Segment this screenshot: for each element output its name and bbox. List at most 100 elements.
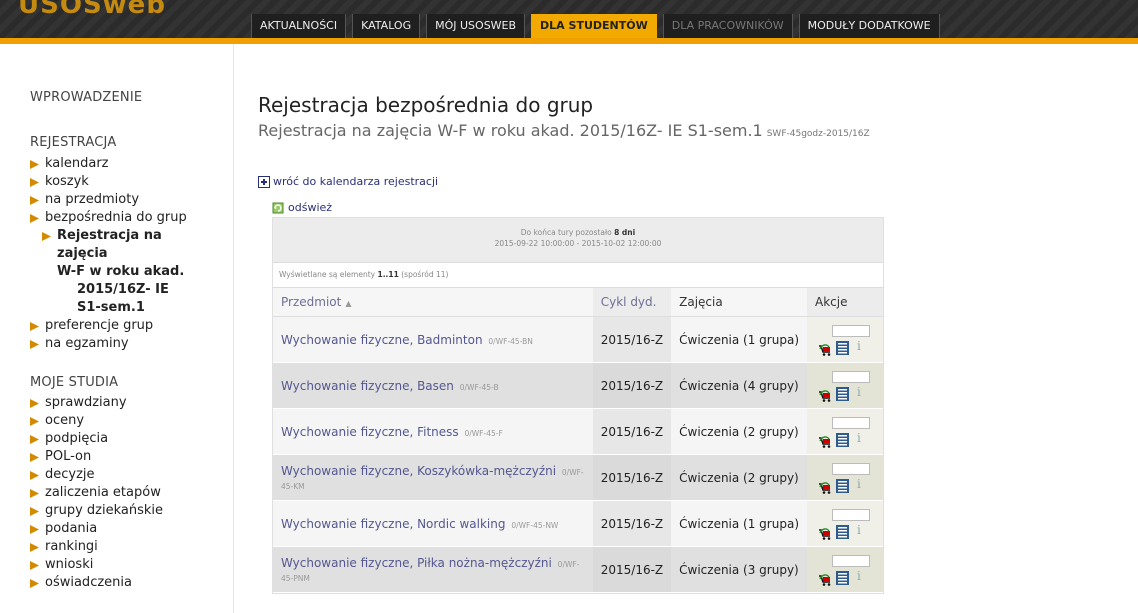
classes-cell: Ćwiczenia (1 grupa)	[671, 500, 807, 547]
sidebar-item-rankingi[interactable]: rankingi	[30, 538, 163, 556]
tab-dla-studentow[interactable]: DLA STUDENTÓW	[531, 14, 657, 38]
sidebar: WPROWADZENIE REJESTRACJA kalendarz koszy…	[0, 44, 234, 613]
arrow-icon	[30, 399, 39, 408]
sidebar-item-sprawdziany[interactable]: sprawdziany	[30, 394, 163, 412]
subject-link[interactable]: Wychowanie fizyczne, Piłka nożna-mężczyź…	[281, 556, 579, 584]
classes-cell: Ćwiczenia (1 grupa)	[671, 316, 807, 363]
cart-icon[interactable]	[818, 343, 832, 357]
group-select-box[interactable]	[832, 324, 870, 337]
tab-moj-usosweb[interactable]: MÓJ USOSWEB	[426, 14, 526, 38]
subject-link[interactable]: Wychowanie fizyczne, Koszykówka-mężczyźn…	[281, 464, 584, 492]
logo[interactable]: USOSweb	[0, 0, 235, 38]
classes-cell: Ćwiczenia (3 grupy)	[671, 546, 807, 593]
sidebar-item-preferencje[interactable]: preferencje grup	[30, 317, 197, 335]
subject-cell: Wychowanie fizyczne, Nordic walking 0/WF…	[273, 500, 593, 547]
cycle-cell: 2015/16-Z	[592, 408, 672, 455]
sidebar-item-koszyk[interactable]: koszyk	[30, 173, 197, 191]
cycle-cell: 2015/16-Z	[592, 362, 672, 409]
cart-icon[interactable]	[818, 435, 832, 449]
page-title: Rejestracja bezpośrednia do grup	[258, 93, 594, 117]
column-header-classes: Zajęcia	[671, 288, 807, 317]
subject-link[interactable]: Wychowanie fizyczne, Nordic walking 0/WF…	[281, 517, 558, 531]
info-icon[interactable]: i	[857, 523, 861, 537]
tab-katalog[interactable]: KATALOG	[352, 14, 421, 38]
arrow-icon	[30, 453, 39, 462]
actions-cell: i	[807, 408, 883, 455]
current-registration-line: 2015/16Z- IE	[77, 282, 169, 297]
info-icon[interactable]: i	[857, 477, 861, 491]
table-row: Wychowanie fizyczne, Basen 0/WF-45-B 2015…	[273, 362, 883, 409]
sidebar-item-bezposrednia[interactable]: bezpośrednia do grup	[30, 209, 197, 227]
arrow-icon	[30, 178, 39, 187]
subject-code: 0/WF-45-NW	[511, 520, 559, 530]
arrow-icon	[30, 507, 39, 516]
tab-moduly-dodatkowe[interactable]: MODUŁY DODATKOWE	[798, 14, 940, 38]
subject-link[interactable]: Wychowanie fizyczne, Basen 0/WF-45-B	[281, 379, 499, 393]
table-header-row: Przedmiot ▲ Cykl dyd. Zajęcia Akcje	[273, 288, 883, 317]
sidebar-registration-list: kalendarz koszyk na przedmioty bezpośred…	[30, 155, 197, 353]
subject-link[interactable]: Wychowanie fizyczne, Badminton 0/WF-45-B…	[281, 333, 533, 347]
sidebar-item-grupy-dziekanskie[interactable]: grupy dziekańskie	[30, 502, 163, 520]
group-select-box[interactable]	[832, 554, 870, 567]
sidebar-item-kalendarz[interactable]: kalendarz	[30, 155, 197, 173]
logo-mark: USOSweb	[18, 0, 166, 20]
list-icon[interactable]	[836, 524, 849, 539]
cycle-cell: 2015/16-Z	[592, 500, 672, 547]
actions-cell: i	[807, 546, 883, 593]
group-select-box[interactable]	[832, 462, 870, 475]
actions-cell: i	[807, 316, 883, 363]
sidebar-item-current-registration[interactable]: Rejestracja na zajęcia W-F w roku akad. …	[30, 227, 197, 317]
sidebar-section-rejestracja[interactable]: REJESTRACJA	[30, 135, 116, 150]
arrow-icon	[42, 232, 51, 241]
list-icon[interactable]	[836, 432, 849, 447]
back-to-calendar-link[interactable]: wróć do kalendarza rejestracji	[258, 175, 438, 188]
list-icon[interactable]	[836, 386, 849, 401]
tab-dla-pracownikow[interactable]: DLA PRACOWNIKÓW	[662, 14, 793, 38]
classes-cell: Ćwiczenia (2 grupy)	[671, 454, 807, 501]
arrow-icon	[30, 471, 39, 480]
cycle-cell: 2015/16-Z	[592, 316, 672, 363]
group-select-box[interactable]	[832, 508, 870, 521]
info-icon[interactable]: i	[857, 569, 861, 583]
column-header-cycle[interactable]: Cykl dyd.	[592, 288, 672, 317]
cart-icon[interactable]	[818, 481, 832, 495]
groups-table: Przedmiot ▲ Cykl dyd. Zajęcia Akcje Wycho…	[273, 288, 883, 593]
sidebar-item-oswiadczenia[interactable]: oświadczenia	[30, 574, 163, 592]
sidebar-section-moje-studia[interactable]: MOJE STUDIA	[30, 375, 118, 390]
info-icon[interactable]: i	[857, 339, 861, 353]
group-select-box[interactable]	[832, 416, 870, 429]
sidebar-item-na-przedmioty[interactable]: na przedmioty	[30, 191, 197, 209]
round-info: Do końca tury pozostało 8 dni 2015-09-22…	[273, 218, 883, 262]
sidebar-item-pol-on[interactable]: POL-on	[30, 448, 163, 466]
subject-link[interactable]: Wychowanie fizyczne, Fitness 0/WF-45-F	[281, 425, 503, 439]
arrow-icon	[30, 322, 39, 331]
actions-cell: i	[807, 500, 883, 547]
current-registration-line: S1-sem.1	[77, 300, 145, 315]
group-select-box[interactable]	[832, 370, 870, 383]
sidebar-studies-list: sprawdziany oceny podpięcia POL-on decyz…	[30, 394, 163, 592]
info-icon[interactable]: i	[857, 431, 861, 445]
sidebar-item-zaliczenia[interactable]: zaliczenia etapów	[30, 484, 163, 502]
refresh-link[interactable]: odśwież	[272, 201, 332, 214]
tab-aktualnosci[interactable]: AKTUALNOŚCI	[251, 14, 347, 38]
subject-cell: Wychowanie fizyczne, Badminton 0/WF-45-B…	[273, 316, 593, 363]
sidebar-item-oceny[interactable]: oceny	[30, 412, 163, 430]
column-header-subject[interactable]: Przedmiot ▲	[273, 288, 593, 317]
cart-icon[interactable]	[818, 527, 832, 541]
list-icon[interactable]	[836, 340, 849, 355]
arrow-icon	[30, 196, 39, 205]
sort-asc-icon: ▲	[345, 299, 352, 308]
sidebar-item-na-egzaminy[interactable]: na egzaminy	[30, 335, 197, 353]
sidebar-item-decyzje[interactable]: decyzje	[30, 466, 163, 484]
sidebar-item-podpiecia[interactable]: podpięcia	[30, 430, 163, 448]
arrow-icon	[30, 561, 39, 570]
list-icon[interactable]	[836, 570, 849, 585]
arrow-icon	[30, 579, 39, 588]
sidebar-item-podania[interactable]: podania	[30, 520, 163, 538]
info-icon[interactable]: i	[857, 385, 861, 399]
sidebar-section-wprowadzenie[interactable]: WPROWADZENIE	[30, 90, 142, 105]
cart-icon[interactable]	[818, 573, 832, 587]
cart-icon[interactable]	[818, 389, 832, 403]
sidebar-item-wnioski[interactable]: wnioski	[30, 556, 163, 574]
list-icon[interactable]	[836, 478, 849, 493]
